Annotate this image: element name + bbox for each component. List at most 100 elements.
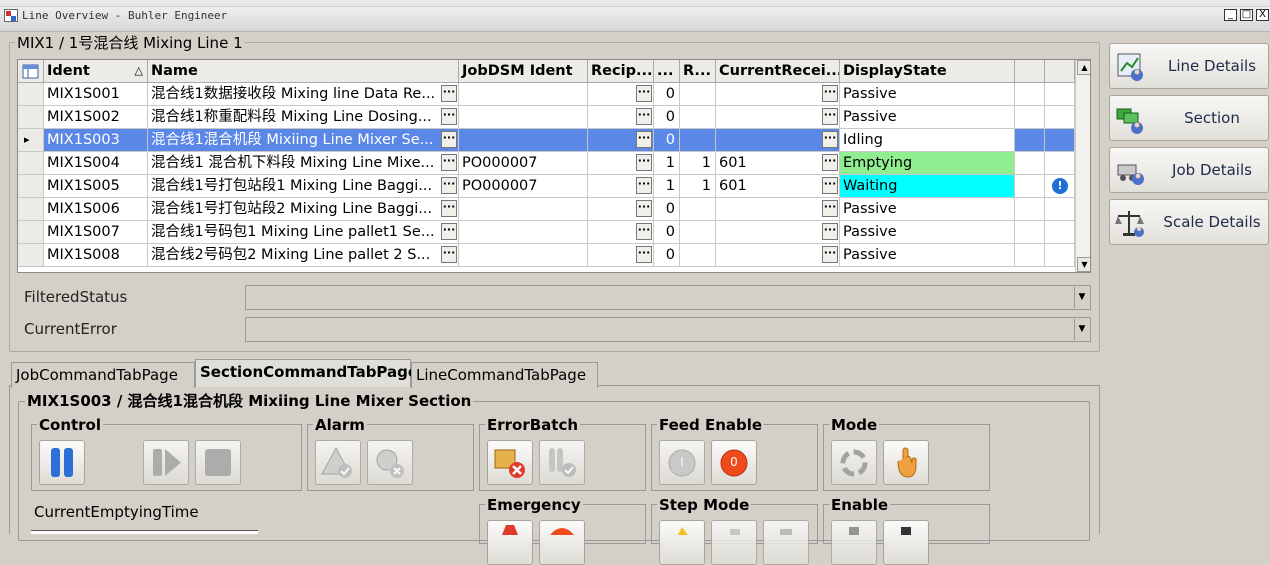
count-cell: 1: [654, 175, 680, 198]
job-cell: [459, 221, 588, 244]
job-details-button[interactable]: Job Details: [1109, 147, 1269, 193]
column-header[interactable]: ...: [654, 60, 680, 83]
current-emptying-time-field: [31, 530, 258, 534]
error-batch-delete-button[interactable]: [487, 440, 533, 485]
ident-cell: MIX1S004: [44, 152, 148, 175]
recipe-ellipsis-button[interactable]: ···: [636, 200, 652, 217]
enable-on-button[interactable]: [831, 520, 877, 565]
column-header[interactable]: CurrentRecei...: [716, 60, 840, 83]
column-header[interactable]: Recip...: [588, 60, 654, 83]
row-header[interactable]: ▸: [18, 129, 44, 152]
receipt-ellipsis-button[interactable]: ···: [822, 223, 838, 240]
column-header[interactable]: Name: [148, 60, 459, 83]
feed-enable-on-button[interactable]: I: [659, 440, 705, 485]
column-header[interactable]: DisplayState: [840, 60, 1015, 83]
scale-details-button[interactable]: Scale Details: [1109, 199, 1269, 245]
pause-button[interactable]: [39, 440, 85, 485]
current-error-dropdown-icon[interactable]: ▼: [1074, 319, 1089, 340]
section-details-button[interactable]: Section Details: [1109, 95, 1269, 171]
maximize-button[interactable]: □: [1240, 9, 1253, 21]
recipe-ellipsis-button[interactable]: ···: [636, 108, 652, 125]
recipe-cell: ···: [588, 83, 654, 106]
feed-enable-legend: Feed Enable: [657, 416, 765, 434]
current-error-combo[interactable]: ▼: [245, 317, 1091, 342]
manual-mode-button[interactable]: [883, 440, 929, 485]
receipt-ellipsis-button[interactable]: ···: [822, 246, 838, 263]
receipt-ellipsis-button[interactable]: ···: [822, 177, 838, 194]
scroll-up-icon[interactable]: ▲: [1077, 60, 1090, 75]
current-receipt-cell: ···: [716, 198, 840, 221]
name-ellipsis-button[interactable]: ···: [441, 223, 457, 240]
row-header[interactable]: [18, 244, 44, 267]
name-ellipsis-button[interactable]: ···: [441, 131, 457, 148]
feed-off-label: 0: [730, 455, 738, 469]
emergency-stop-button[interactable]: [487, 520, 533, 565]
step-next-icon: [730, 529, 740, 535]
receipt-ellipsis-button[interactable]: ···: [822, 154, 838, 171]
error-batch-confirm-button[interactable]: [539, 440, 585, 485]
resume-button[interactable]: [143, 440, 189, 485]
feed-enable-off-button[interactable]: 0: [711, 440, 757, 485]
recipe-ellipsis-button[interactable]: ···: [636, 177, 652, 194]
name-cell: 混合线1数据接收段 Mixing line Data Re... ···: [148, 83, 459, 106]
recipe-ellipsis-button[interactable]: ···: [636, 131, 652, 148]
filtered-status-combo[interactable]: ▼: [245, 285, 1091, 310]
stop-button[interactable]: [195, 440, 241, 485]
filtered-status-dropdown-icon[interactable]: ▼: [1074, 287, 1089, 308]
row-header[interactable]: [18, 221, 44, 244]
column-header[interactable]: Ident △: [44, 60, 148, 83]
recipe-ellipsis-button[interactable]: ···: [636, 85, 652, 102]
step-mode-off-button[interactable]: [763, 520, 809, 565]
alarm-reset-button[interactable]: [367, 440, 413, 485]
auto-mode-button[interactable]: [831, 440, 877, 485]
receipt-ellipsis-button[interactable]: ···: [822, 200, 838, 217]
recipe-ellipsis-button[interactable]: ···: [636, 246, 652, 263]
step-mode-next-button[interactable]: [711, 520, 757, 565]
name-ellipsis-button[interactable]: ···: [441, 200, 457, 217]
row-header[interactable]: [18, 198, 44, 221]
step-mode-on-button[interactable]: [659, 520, 705, 565]
scale-details-label: Scale Details: [1163, 213, 1261, 231]
info-cell: [1045, 152, 1075, 175]
row-header[interactable]: [18, 152, 44, 175]
column-header[interactable]: R...: [680, 60, 716, 83]
step-mode-legend: Step Mode: [657, 496, 752, 514]
alarm-ack-button[interactable]: [315, 440, 361, 485]
extra-cell: [1015, 175, 1045, 198]
receipt-ellipsis-button[interactable]: ···: [822, 131, 838, 148]
recipe-ellipsis-button[interactable]: ···: [636, 154, 652, 171]
column-header[interactable]: JobDSM Ident: [459, 60, 588, 83]
ident-cell: MIX1S002: [44, 106, 148, 129]
emergency-reset-button[interactable]: [539, 520, 585, 565]
section-grid[interactable]: Ident △ Name JobDSM Ident Recip...... R... Cur…: [17, 59, 1091, 273]
receipt-ellipsis-button[interactable]: ···: [822, 108, 838, 125]
enable-off-button[interactable]: [883, 520, 929, 565]
recipe-ellipsis-button[interactable]: ···: [636, 223, 652, 240]
receipt-ellipsis-button[interactable]: ···: [822, 85, 838, 102]
tab-job-command[interactable]: JobCommandTabPage: [11, 362, 195, 388]
name-ellipsis-button[interactable]: ···: [441, 85, 457, 102]
name-ellipsis-button[interactable]: ···: [441, 246, 457, 263]
name-ellipsis-button[interactable]: ···: [441, 177, 457, 194]
enable-off-icon: [901, 527, 911, 535]
line-details-button[interactable]: Line Details: [1109, 43, 1269, 89]
tab-section-command[interactable]: SectionCommandTabPage: [195, 359, 418, 387]
minimize-button[interactable]: _: [1224, 9, 1237, 21]
grid-scrollbar[interactable]: ▲ ▼: [1075, 60, 1090, 272]
current-emptying-time-label: CurrentEmptyingTime: [34, 503, 199, 521]
name-ellipsis-button[interactable]: ···: [441, 108, 457, 125]
info-icon[interactable]: !: [1052, 178, 1068, 194]
display-state-cell: Passive: [840, 244, 1015, 267]
close-button[interactable]: X: [1256, 9, 1269, 21]
emergency-legend: Emergency: [485, 496, 583, 514]
name-ellipsis-button[interactable]: ···: [441, 154, 457, 171]
row-header[interactable]: [18, 106, 44, 129]
name-cell: 混合线1混合机段 Mixiing Line Mixer Se... ···: [148, 129, 459, 152]
grid-corner-icon[interactable]: [18, 60, 44, 83]
row-header[interactable]: [18, 83, 44, 106]
job-details-icon: [1117, 164, 1144, 185]
row-header[interactable]: [18, 175, 44, 198]
scroll-down-icon[interactable]: ▼: [1077, 257, 1090, 272]
tab-line-command[interactable]: LineCommandTabPage: [411, 362, 598, 388]
ident-cell: MIX1S001: [44, 83, 148, 106]
